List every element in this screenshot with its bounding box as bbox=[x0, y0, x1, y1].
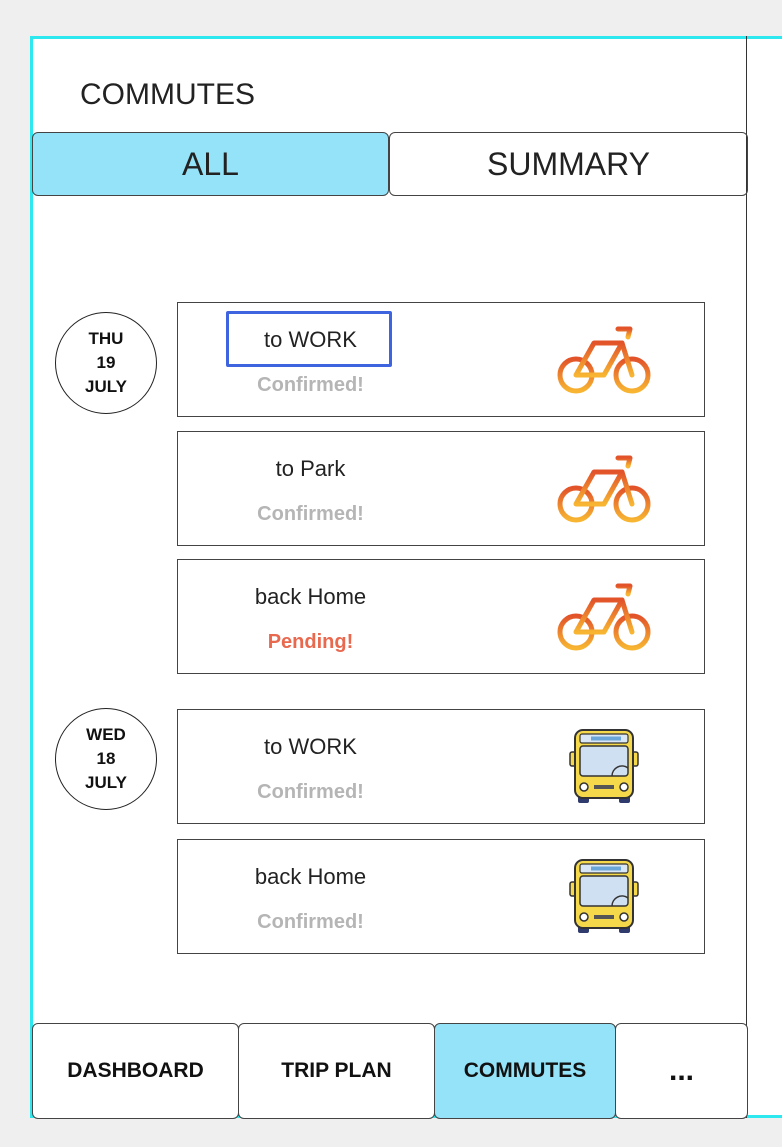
commute-destination: to WORK bbox=[264, 327, 357, 352]
commute-destination: to WORK bbox=[264, 734, 357, 759]
nav-trip-plan[interactable]: TRIP PLAN bbox=[238, 1023, 435, 1119]
bus-icon bbox=[556, 854, 652, 938]
date-badge: WED 18 JULY bbox=[55, 708, 157, 810]
date-badge: THU 19 JULY bbox=[55, 312, 157, 414]
bicycle-icon bbox=[556, 574, 652, 658]
commute-status: Confirmed! bbox=[257, 911, 364, 933]
commute-status: Confirmed! bbox=[257, 503, 364, 525]
commute-destination: back Home bbox=[254, 584, 367, 609]
commute-destination: to Park bbox=[275, 456, 346, 481]
page-title: COMMUTES bbox=[80, 78, 255, 111]
commute-card[interactable]: back Home Confirmed! bbox=[177, 839, 705, 954]
bus-icon bbox=[556, 724, 652, 808]
date-day: 18 bbox=[96, 749, 116, 768]
tab-summary[interactable]: SUMMARY bbox=[389, 132, 748, 196]
commute-destination: back Home bbox=[254, 864, 367, 889]
date-month: JULY bbox=[85, 773, 127, 792]
nav-commutes[interactable]: COMMUTES bbox=[434, 1023, 616, 1119]
commute-card[interactable]: back Home Pending! bbox=[177, 559, 705, 674]
date-month: JULY bbox=[85, 377, 127, 396]
bicycle-icon bbox=[556, 317, 652, 401]
tab-all[interactable]: ALL bbox=[32, 132, 389, 196]
bicycle-icon bbox=[556, 446, 652, 530]
date-weekday: THU bbox=[88, 329, 124, 348]
commute-card[interactable]: to WORK Confirmed! bbox=[177, 302, 705, 417]
right-border bbox=[746, 36, 747, 1118]
commute-status: Pending! bbox=[267, 631, 354, 653]
nav-dashboard[interactable]: DASHBOARD bbox=[32, 1023, 239, 1119]
date-weekday: WED bbox=[86, 725, 126, 744]
commute-status: Confirmed! bbox=[257, 781, 364, 803]
commute-status: Confirmed! bbox=[257, 374, 364, 396]
nav-more[interactable]: ... bbox=[615, 1023, 748, 1119]
date-day: 19 bbox=[96, 353, 116, 372]
commute-card[interactable]: to WORK Confirmed! bbox=[177, 709, 705, 824]
commute-card[interactable]: to Park Confirmed! bbox=[177, 431, 705, 546]
